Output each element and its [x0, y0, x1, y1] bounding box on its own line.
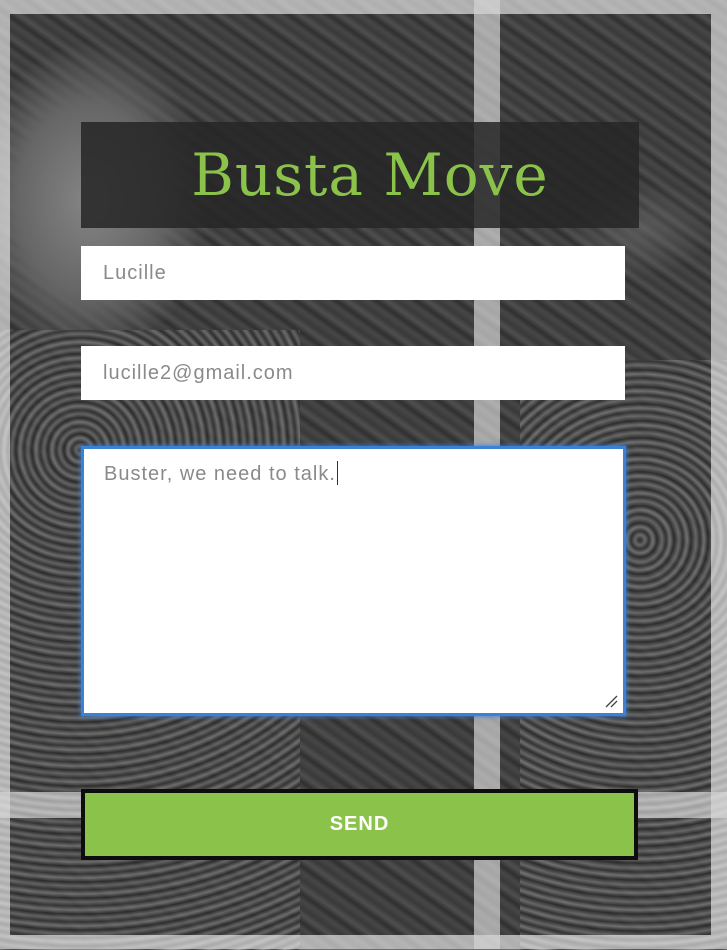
email-field[interactable]: lucille2@gmail.com — [81, 346, 625, 400]
send-button[interactable]: SEND — [81, 789, 638, 860]
message-textarea-value: Buster, we need to talk. — [104, 463, 336, 485]
name-field-value: Lucille — [103, 261, 167, 284]
text-caret — [336, 461, 338, 485]
email-field-value: lucille2@gmail.com — [103, 361, 294, 384]
resize-grip-icon[interactable] — [604, 694, 618, 708]
page-title: Busta Move — [191, 141, 549, 209]
message-textarea[interactable]: Buster, we need to talk. — [81, 446, 626, 716]
name-field[interactable]: Lucille — [81, 246, 625, 300]
send-button-label: SEND — [329, 813, 390, 835]
title-banner: Busta Move — [81, 122, 639, 228]
